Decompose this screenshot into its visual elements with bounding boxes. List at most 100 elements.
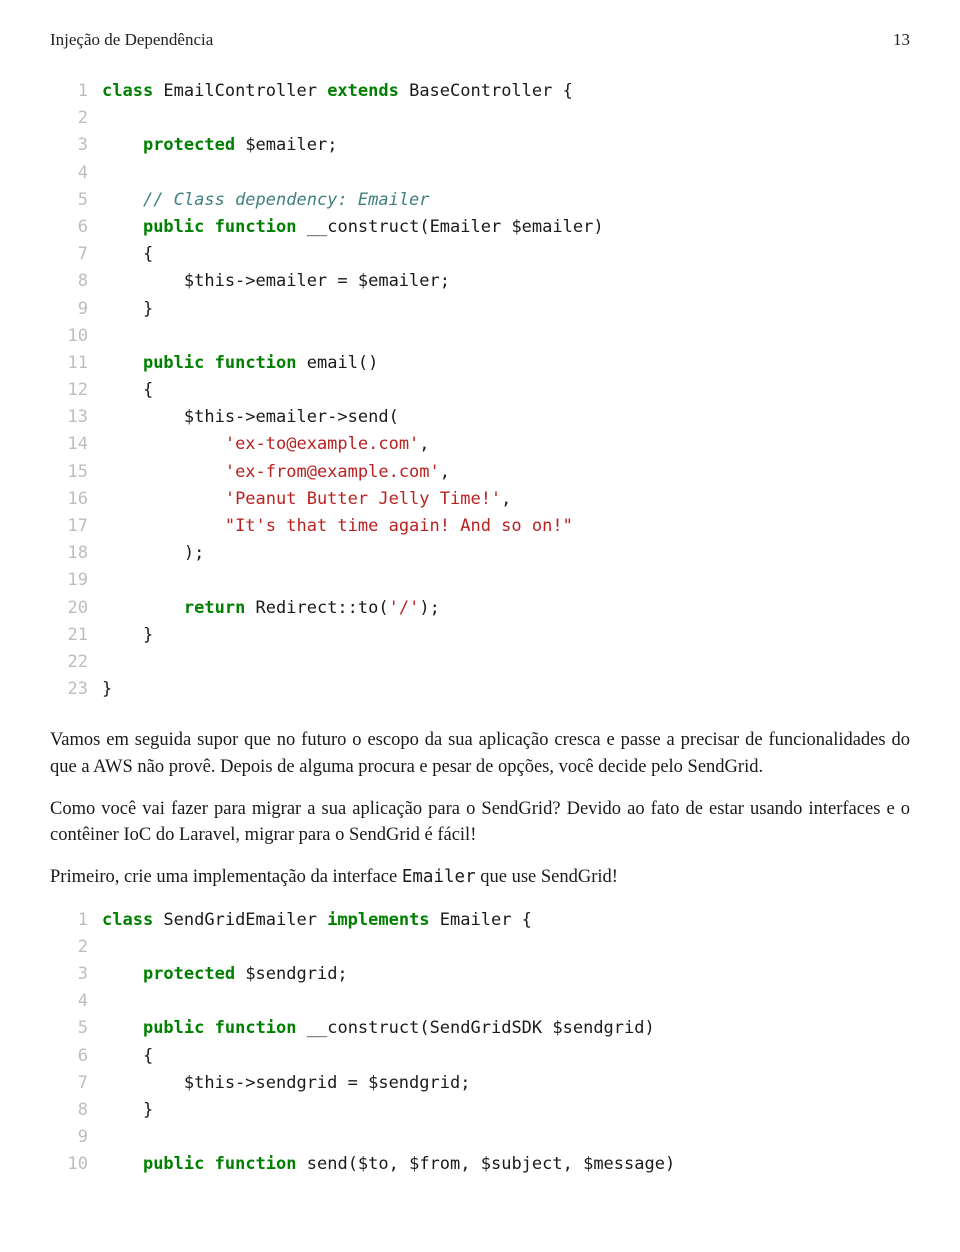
code-line: 14 'ex-to@example.com',: [50, 431, 910, 458]
line-number: 6: [50, 1043, 102, 1070]
code-content: $this->emailer->send(: [102, 404, 910, 431]
code-content: return Redirect::to('/');: [102, 595, 910, 622]
code-content: {: [102, 1043, 910, 1070]
line-number: 22: [50, 649, 102, 676]
code-content: [102, 160, 910, 187]
line-number: 8: [50, 268, 102, 295]
code-block-2: 1class SendGridEmailer implements Emaile…: [50, 907, 910, 1179]
code-content: class SendGridEmailer implements Emailer…: [102, 907, 910, 934]
line-number: 3: [50, 132, 102, 159]
code-content: [102, 567, 910, 594]
code-content: "It's that time again! And so on!": [102, 513, 910, 540]
code-line: 9 }: [50, 296, 910, 323]
code-line: 10 public function send($to, $from, $sub…: [50, 1151, 910, 1178]
code-line: 17 "It's that time again! And so on!": [50, 513, 910, 540]
code-line: 20 return Redirect::to('/');: [50, 595, 910, 622]
line-number: 2: [50, 105, 102, 132]
code-content: class EmailController extends BaseContro…: [102, 78, 910, 105]
line-number: 10: [50, 1151, 102, 1178]
line-number: 19: [50, 567, 102, 594]
line-number: 6: [50, 214, 102, 241]
code-line: 3 protected $emailer;: [50, 132, 910, 159]
line-number: 1: [50, 78, 102, 105]
code-line: 13 $this->emailer->send(: [50, 404, 910, 431]
line-number: 9: [50, 1124, 102, 1151]
code-line: 21 }: [50, 622, 910, 649]
code-line: 8 }: [50, 1097, 910, 1124]
code-line: 10: [50, 323, 910, 350]
line-number: 14: [50, 431, 102, 458]
code-line: 12 {: [50, 377, 910, 404]
code-content: public function __construct(Emailer $ema…: [102, 214, 910, 241]
code-content: [102, 323, 910, 350]
line-number: 15: [50, 459, 102, 486]
code-line: 22: [50, 649, 910, 676]
paragraph-1: Vamos em seguida supor que no futuro o e…: [50, 727, 910, 780]
code-line: 9: [50, 1124, 910, 1151]
code-content: [102, 988, 910, 1015]
code-line: 1class SendGridEmailer implements Emaile…: [50, 907, 910, 934]
line-number: 4: [50, 160, 102, 187]
chapter-title: Injeção de Dependência: [50, 30, 213, 50]
code-line: 3 protected $sendgrid;: [50, 961, 910, 988]
code-line: 11 public function email(): [50, 350, 910, 377]
line-number: 5: [50, 187, 102, 214]
line-number: 4: [50, 988, 102, 1015]
paragraph-3-inline-code: Emailer: [402, 867, 476, 887]
code-content: // Class dependency: Emailer: [102, 187, 910, 214]
code-line: 2: [50, 934, 910, 961]
code-line: 4: [50, 988, 910, 1015]
line-number: 7: [50, 241, 102, 268]
code-block-1: 1class EmailController extends BaseContr…: [50, 78, 910, 703]
line-number: 21: [50, 622, 102, 649]
code-content: );: [102, 540, 910, 567]
code-content: $this->emailer = $emailer;: [102, 268, 910, 295]
code-line: 1class EmailController extends BaseContr…: [50, 78, 910, 105]
code-content: public function send($to, $from, $subjec…: [102, 1151, 910, 1178]
code-line: 7 $this->sendgrid = $sendgrid;: [50, 1070, 910, 1097]
line-number: 1: [50, 907, 102, 934]
paragraph-3: Primeiro, crie uma implementação da inte…: [50, 864, 910, 890]
code-content: protected $emailer;: [102, 132, 910, 159]
code-content: [102, 105, 910, 132]
code-content: }: [102, 296, 910, 323]
line-number: 7: [50, 1070, 102, 1097]
line-number: 20: [50, 595, 102, 622]
line-number: 9: [50, 296, 102, 323]
code-content: {: [102, 241, 910, 268]
code-line: 6 public function __construct(Emailer $e…: [50, 214, 910, 241]
code-line: 6 {: [50, 1043, 910, 1070]
code-line: 2: [50, 105, 910, 132]
paragraph-2: Como você vai fazer para migrar a sua ap…: [50, 796, 910, 849]
code-line: 5 public function __construct(SendGridSD…: [50, 1015, 910, 1042]
code-line: 15 'ex-from@example.com',: [50, 459, 910, 486]
code-content: public function __construct(SendGridSDK …: [102, 1015, 910, 1042]
line-number: 23: [50, 676, 102, 703]
line-number: 10: [50, 323, 102, 350]
line-number: 3: [50, 961, 102, 988]
code-line: 16 'Peanut Butter Jelly Time!',: [50, 486, 910, 513]
code-content: {: [102, 377, 910, 404]
line-number: 8: [50, 1097, 102, 1124]
code-content: [102, 1124, 910, 1151]
code-line: 18 );: [50, 540, 910, 567]
code-line: 7 {: [50, 241, 910, 268]
code-content: [102, 934, 910, 961]
code-line: 19: [50, 567, 910, 594]
code-content: $this->sendgrid = $sendgrid;: [102, 1070, 910, 1097]
code-content: }: [102, 1097, 910, 1124]
code-line: 5 // Class dependency: Emailer: [50, 187, 910, 214]
code-line: 4: [50, 160, 910, 187]
code-content: [102, 649, 910, 676]
code-content: protected $sendgrid;: [102, 961, 910, 988]
page-header: Injeção de Dependência 13: [50, 30, 910, 50]
code-line: 8 $this->emailer = $emailer;: [50, 268, 910, 295]
code-content: 'Peanut Butter Jelly Time!',: [102, 486, 910, 513]
paragraph-3-post: que use SendGrid!: [476, 867, 618, 887]
line-number: 2: [50, 934, 102, 961]
code-content: 'ex-to@example.com',: [102, 431, 910, 458]
page-number: 13: [893, 30, 910, 50]
code-content: }: [102, 622, 910, 649]
code-content: 'ex-from@example.com',: [102, 459, 910, 486]
code-line: 23}: [50, 676, 910, 703]
